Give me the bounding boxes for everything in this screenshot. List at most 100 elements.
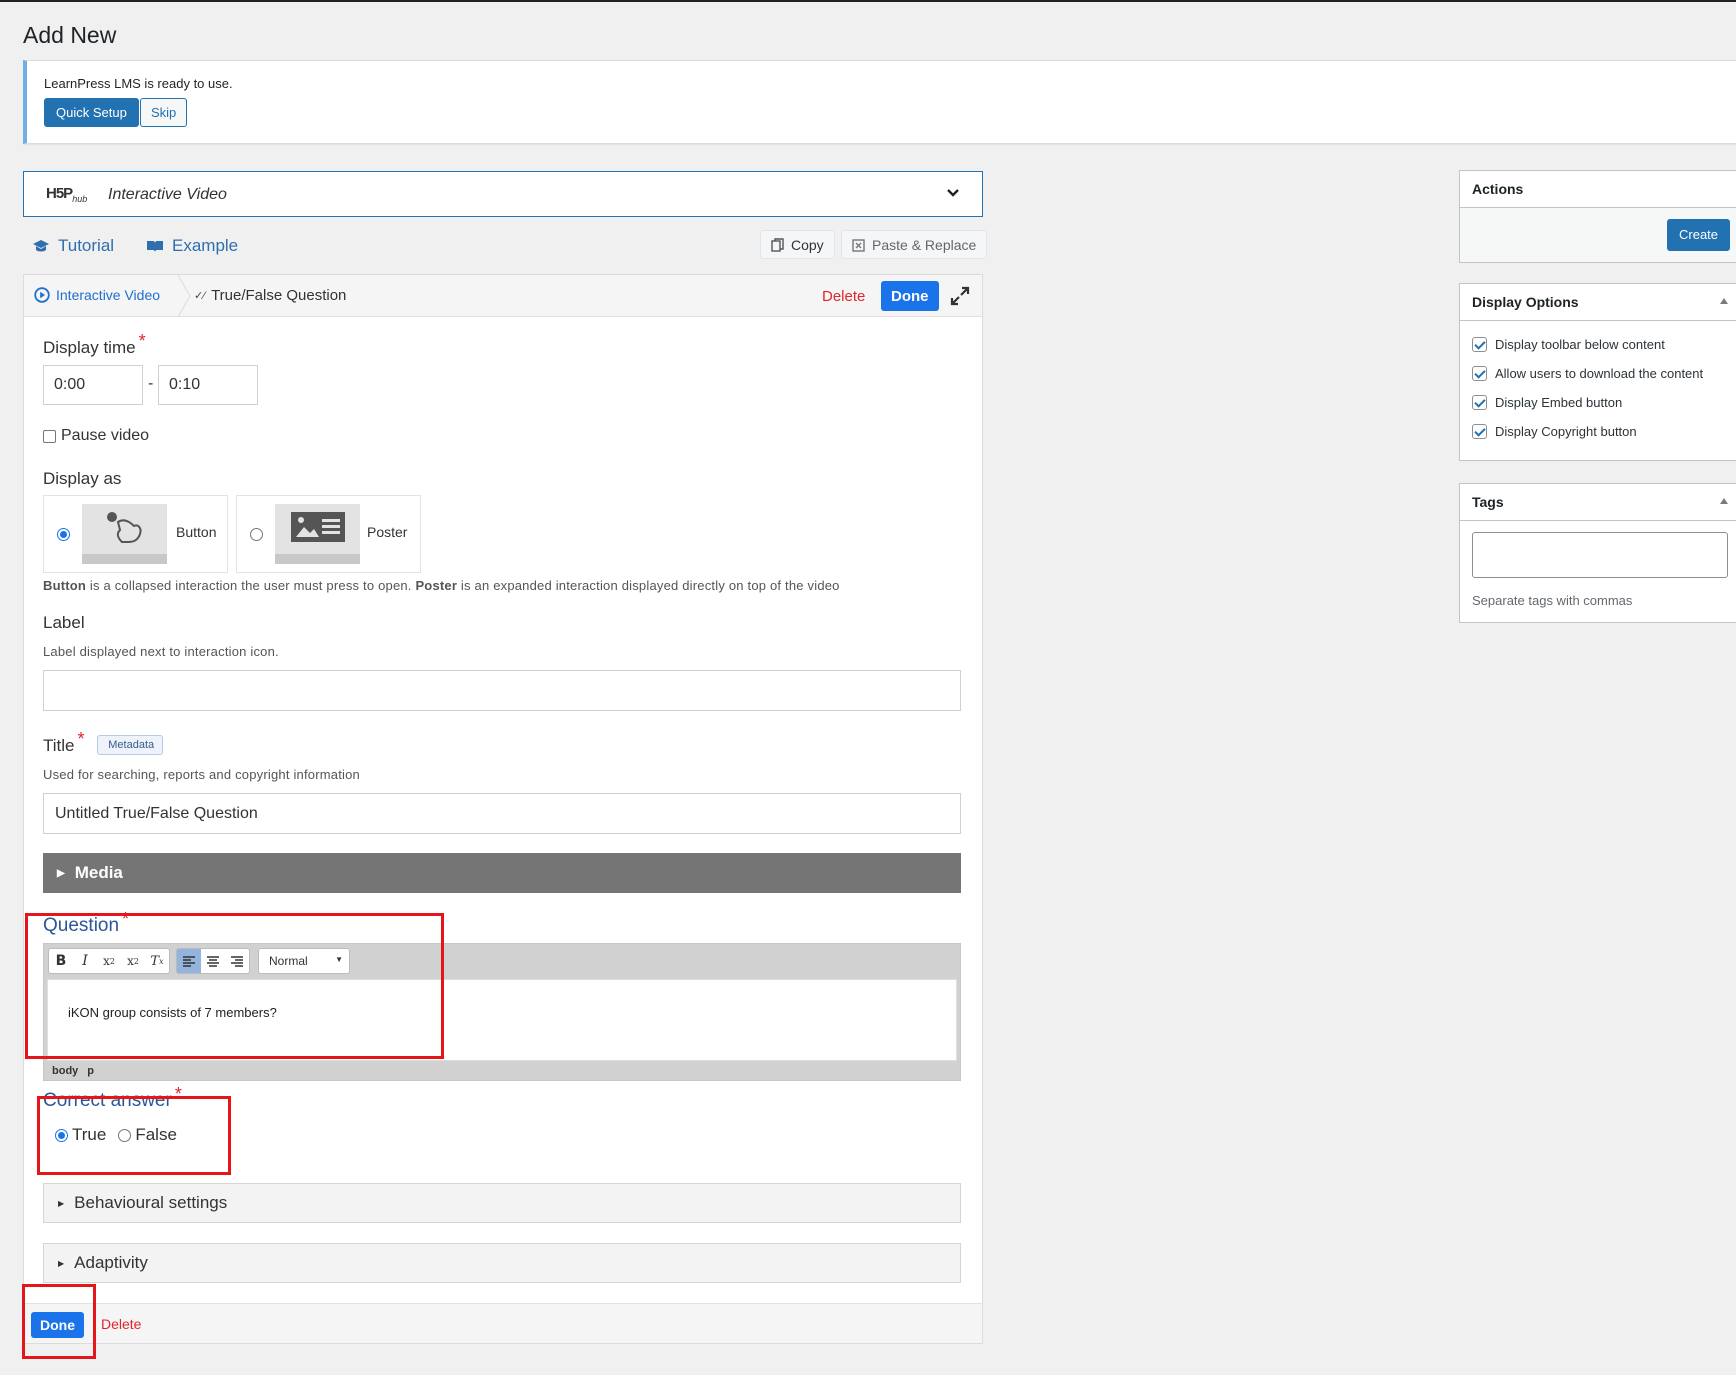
collapse-arrow-icon[interactable] [1720, 298, 1728, 304]
thumb-bar [275, 554, 360, 564]
caret-right-icon: ▶ [58, 1258, 65, 1268]
play-circle-icon [34, 287, 50, 303]
label-input[interactable] [43, 670, 961, 711]
caret-right-icon: ▶ [58, 1198, 65, 1208]
button-radio[interactable] [57, 528, 70, 541]
checkbox[interactable] [1472, 424, 1487, 439]
display-time-label: Display time * [43, 331, 146, 357]
content-type-selector[interactable]: H5Phub Interactive Video [23, 171, 983, 217]
title-field-label: Title * Metadata [43, 729, 164, 758]
media-section-toggle[interactable]: ▶ Media [43, 853, 961, 893]
page-title: Add New [23, 22, 117, 48]
actions-title: Actions [1460, 171, 1736, 208]
image-card-icon [291, 512, 345, 542]
display-options-title: Display Options [1472, 294, 1579, 310]
pause-video-option[interactable]: Pause video [43, 427, 149, 445]
option-toolbar[interactable]: Display toolbar below content [1472, 330, 1726, 359]
tags-title: Tags [1472, 494, 1504, 510]
checkbox[interactable] [1472, 366, 1487, 381]
option-download[interactable]: Allow users to download the content [1472, 359, 1726, 388]
option-embed[interactable]: Display Embed button [1472, 388, 1726, 417]
label-field-description: Label displayed next to interaction icon… [43, 644, 279, 659]
actions-body: Create [1460, 208, 1736, 262]
top-border [0, 0, 1736, 2]
copy-button[interactable]: Copy [760, 230, 835, 259]
title-input[interactable]: Untitled True/False Question [43, 793, 961, 834]
option-copyright[interactable]: Display Copyright button [1472, 417, 1726, 446]
learnpress-notice: LearnPress LMS is ready to use. Quick Se… [23, 60, 1736, 144]
quick-setup-button[interactable]: Quick Setup [44, 98, 139, 127]
display-as-description: Button is a collapsed interaction the us… [43, 578, 840, 593]
pause-video-label: Pause video [61, 427, 150, 444]
book-icon [147, 241, 163, 252]
title-field-description: Used for searching, reports and copyrigh… [43, 767, 360, 782]
tags-header[interactable]: Tags [1460, 484, 1736, 521]
example-link[interactable]: Example [146, 236, 238, 256]
media-label: Media [74, 863, 123, 882]
editor-footer: Done Delete [24, 1303, 982, 1343]
label-field-label: Label [43, 613, 85, 632]
checkbox[interactable] [1472, 337, 1487, 352]
breadcrumb-root[interactable]: Interactive Video [34, 287, 160, 303]
behavioural-settings-label: Behavioural settings [74, 1193, 228, 1212]
content-type-name: Interactive Video [108, 186, 227, 203]
example-label: Example [172, 236, 239, 255]
footer-delete-link[interactable]: Delete [101, 1316, 141, 1332]
true-false-icon: ✓⁄ [194, 290, 206, 302]
poster-option-label: Poster [367, 524, 408, 540]
breadcrumb-current: ✓⁄ True/False Question [194, 287, 346, 304]
hand-pointer-icon [107, 512, 142, 543]
element-path: body p [52, 1065, 103, 1077]
skip-button[interactable]: Skip [140, 98, 188, 127]
adaptivity-toggle[interactable]: ▶ Adaptivity [43, 1243, 961, 1283]
tags-box: Tags Separate tags with commas [1459, 483, 1736, 623]
delete-link[interactable]: Delete [822, 288, 865, 305]
poster-thumbnail [275, 504, 360, 564]
tutorial-link[interactable]: Tutorial [32, 236, 114, 256]
thumb-bar [82, 554, 167, 564]
poster-radio[interactable] [250, 528, 263, 541]
chevron-down-icon[interactable] [946, 186, 960, 200]
display-options-header[interactable]: Display Options [1460, 284, 1736, 321]
caret-right-icon: ▶ [57, 867, 65, 879]
copy-icon [771, 237, 784, 252]
display-as-poster-option[interactable]: Poster [236, 495, 421, 573]
paste-replace-button[interactable]: Paste & Replace [841, 230, 988, 259]
create-button[interactable]: Create [1667, 219, 1731, 251]
display-options-box: Display Options Display toolbar below co… [1459, 283, 1736, 461]
display-as-button-option[interactable]: Button [43, 495, 228, 573]
path-body[interactable]: body [52, 1065, 78, 1077]
breadcrumb-current-label: True/False Question [211, 287, 347, 304]
display-as-label: Display as [43, 469, 122, 488]
highlight-question [25, 913, 444, 1059]
checkbox[interactable] [1472, 395, 1487, 410]
h5p-hub-logo: H5Phub [46, 185, 88, 204]
tutorial-label: Tutorial [58, 236, 115, 255]
tags-textarea[interactable] [1472, 532, 1728, 578]
metadata-button[interactable]: Metadata [97, 735, 164, 755]
path-p[interactable]: p [87, 1065, 94, 1077]
tags-hint: Separate tags with commas [1472, 593, 1633, 608]
fullscreen-icon[interactable] [949, 285, 971, 307]
pause-video-checkbox[interactable] [43, 429, 56, 443]
copy-label: Copy [791, 236, 824, 253]
behavioural-settings-toggle[interactable]: ▶ Behavioural settings [43, 1183, 961, 1223]
button-thumbnail [82, 504, 167, 564]
graduation-cap-icon [33, 240, 49, 252]
paste-label: Paste & Replace [872, 236, 977, 253]
breadcrumb-root-label: Interactive Video [56, 287, 161, 303]
adaptivity-label: Adaptivity [74, 1253, 148, 1272]
paste-icon [852, 238, 865, 252]
editor-breadcrumb: Interactive Video ✓⁄ True/False Question… [24, 275, 982, 317]
display-options-list: Display toolbar below content Allow user… [1460, 321, 1736, 446]
button-option-label: Button [176, 524, 217, 540]
time-separator: - [148, 375, 154, 392]
breadcrumb-separator [177, 275, 191, 317]
display-time-from-input[interactable] [43, 365, 143, 405]
done-button[interactable]: Done [881, 281, 939, 311]
interaction-editor: Interactive Video ✓⁄ True/False Question… [23, 274, 983, 1344]
actions-box: Actions Create [1459, 170, 1736, 263]
highlight-done [22, 1284, 96, 1359]
display-time-to-input[interactable] [158, 365, 258, 405]
collapse-arrow-icon[interactable] [1720, 498, 1728, 504]
